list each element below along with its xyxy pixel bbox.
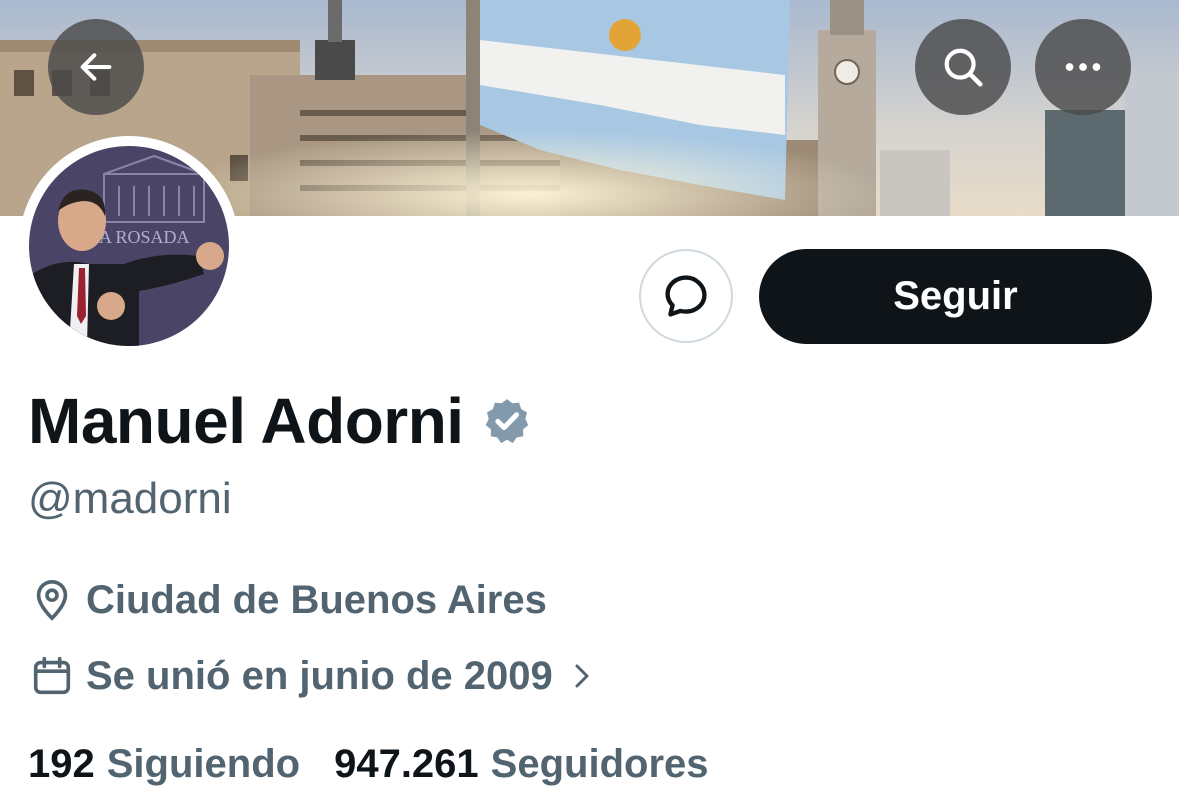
chevron-right-icon — [567, 659, 597, 693]
location-row: Ciudad de Buenos Aires — [28, 576, 547, 624]
followers-label: Seguidores — [490, 742, 709, 786]
chat-bubble-icon — [665, 275, 707, 317]
following-label: Siguiendo — [106, 742, 301, 786]
joined-row[interactable]: Se unió en junio de 2009 — [28, 652, 597, 700]
joined-text: Se unió en junio de 2009 — [86, 653, 553, 698]
follow-button[interactable]: Seguir — [759, 249, 1152, 344]
message-button[interactable] — [639, 249, 733, 343]
avatar-image: A ROSADA — [29, 146, 229, 346]
arrow-left-icon — [80, 53, 112, 81]
search-button[interactable] — [915, 19, 1011, 115]
search-icon — [944, 48, 983, 87]
location-text: Ciudad de Buenos Aires — [86, 577, 547, 622]
profile-handle: @madorni — [28, 474, 232, 523]
more-horizontal-icon — [1065, 63, 1101, 71]
avatar[interactable]: A ROSADA — [19, 136, 239, 356]
profile-name: Manuel Adorni — [28, 385, 464, 457]
followers-count: 947.261 — [334, 742, 479, 786]
location-pin-icon — [28, 576, 76, 624]
avatar-sign-text: A ROSADA — [99, 227, 190, 247]
verified-badge-icon — [482, 396, 532, 451]
following-link[interactable]: 192 Siguiendo — [28, 742, 300, 787]
profile-stats: 192 Siguiendo 947.261 Seguidores — [28, 742, 743, 787]
profile-name-row: Manuel Adorni — [28, 384, 532, 458]
more-options-button[interactable] — [1035, 19, 1131, 115]
back-button[interactable] — [48, 19, 144, 115]
following-count: 192 — [28, 742, 95, 786]
calendar-icon — [28, 652, 76, 700]
followers-link[interactable]: 947.261 Seguidores — [334, 742, 708, 787]
